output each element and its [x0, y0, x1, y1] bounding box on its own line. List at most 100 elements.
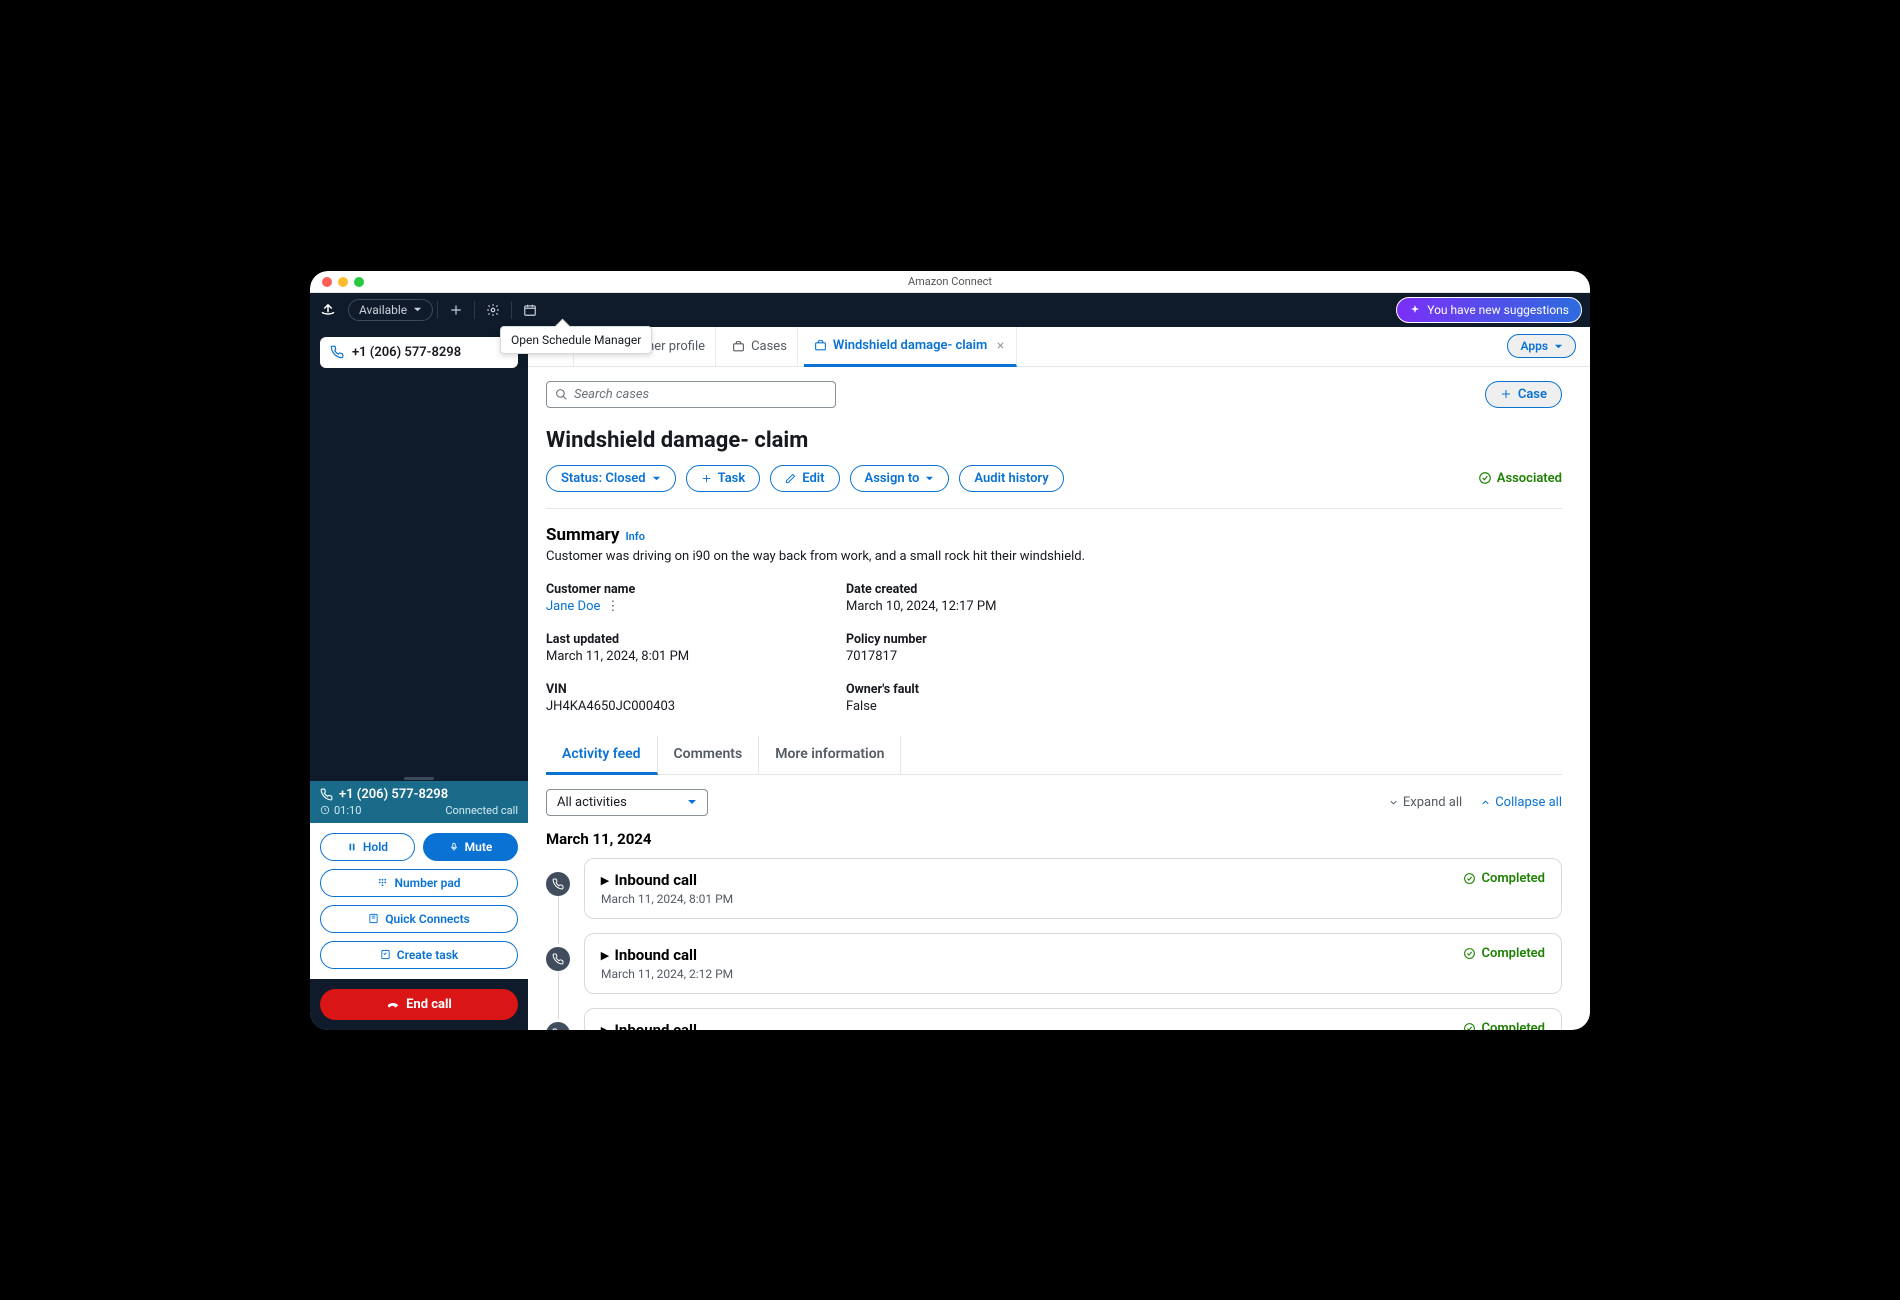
caret-down-icon — [925, 474, 934, 483]
disclosure-icon[interactable]: ▸ — [601, 946, 609, 964]
info-link[interactable]: Info — [625, 530, 644, 543]
phone-icon — [320, 788, 333, 801]
app-topbar: Available You have new suggestions — [310, 293, 1590, 327]
subtab-activity-feed[interactable]: Activity feed — [546, 736, 658, 775]
chevron-up-icon — [1480, 797, 1491, 808]
check-circle-icon — [1463, 872, 1476, 885]
assign-dropdown[interactable]: Assign to — [850, 465, 950, 492]
tab-active-case[interactable]: Windshield damage- claim — [804, 327, 1017, 367]
mute-label: Mute — [465, 840, 493, 854]
hold-button[interactable]: Hold — [320, 833, 415, 861]
close-tab-icon[interactable] — [995, 340, 1006, 351]
status-dropdown[interactable]: Status: Closed — [546, 465, 676, 492]
tab-active-label: Windshield damage- claim — [833, 338, 987, 353]
search-input[interactable]: Search cases — [546, 381, 836, 408]
divider — [474, 301, 475, 319]
timeline-card[interactable]: ▸Inbound call March 11, 2024, 8:01 PM Co… — [584, 858, 1562, 919]
check-circle-icon — [1463, 1022, 1476, 1030]
mute-button[interactable]: Mute — [423, 833, 518, 861]
create-task-label: Create task — [397, 948, 458, 962]
timeline-item: ▸Inbound call March 11, 2024, 2:12 PM Co… — [546, 933, 1562, 994]
quick-label: Quick Connects — [385, 912, 470, 926]
settings-button[interactable] — [479, 303, 507, 317]
quick-connects-button[interactable]: Quick Connects — [320, 905, 518, 933]
call-timer: 01:10 — [334, 804, 361, 817]
collapse-all-button[interactable]: Collapse all — [1480, 795, 1562, 810]
add-task-button[interactable]: Task — [686, 465, 761, 492]
timeline-card[interactable]: ▸Inbound call March 11, 2024, 2:12 PM Co… — [584, 933, 1562, 994]
more-menu-icon[interactable]: ⋮ — [606, 599, 620, 614]
edit-button[interactable]: Edit — [770, 465, 839, 492]
check-circle-icon — [1463, 947, 1476, 960]
status-completed: Completed — [1463, 946, 1545, 961]
vin-value: JH4KA4650JC000403 — [546, 699, 846, 714]
pause-icon — [347, 842, 357, 852]
briefcase-icon — [732, 340, 745, 353]
customer-name-value[interactable]: Jane Doe⋮ — [546, 599, 846, 614]
vin-label: VIN — [546, 682, 846, 697]
schedule-button[interactable] — [516, 303, 544, 317]
end-call-button[interactable]: End call — [320, 989, 518, 1020]
case-btn-label: Case — [1518, 387, 1547, 402]
caret-down-icon — [413, 305, 422, 314]
audit-history-button[interactable]: Audit history — [959, 465, 1063, 492]
status-label: Completed — [1481, 871, 1545, 886]
create-task-button[interactable]: Create task — [320, 941, 518, 969]
call-controls: Hold Mute Number pad Quick Connects Crea… — [310, 823, 528, 979]
feed-date-heading: March 11, 2024 — [546, 830, 1562, 848]
subtab-more-info[interactable]: More information — [759, 736, 901, 774]
tab-cases[interactable]: Cases — [722, 327, 798, 367]
suggestions-button[interactable]: You have new suggestions — [1396, 297, 1582, 323]
clock-icon — [320, 805, 330, 815]
plus-icon — [701, 473, 712, 484]
item-time: March 11, 2024, 8:01 PM — [601, 892, 733, 906]
disclosure-icon[interactable]: ▸ — [601, 1021, 609, 1030]
apps-dropdown[interactable]: Apps — [1507, 334, 1576, 358]
new-case-button[interactable]: Case — [1485, 381, 1562, 408]
date-created-value: March 10, 2024, 12:17 PM — [846, 599, 1146, 614]
main-panel: Customer profile Cases Windshield damage… — [528, 327, 1590, 1030]
audit-label: Audit history — [974, 471, 1048, 486]
search-icon — [555, 388, 568, 401]
check-circle-icon — [1478, 471, 1492, 485]
collapse-label: Collapse all — [1495, 795, 1562, 810]
policy-label: Policy number — [846, 632, 1146, 647]
tab-cases-label: Cases — [751, 339, 787, 354]
filter-selected: All activities — [557, 795, 627, 810]
plus-icon — [1500, 388, 1512, 400]
activity-filter-select[interactable]: All activities — [546, 789, 708, 816]
add-button[interactable] — [442, 303, 470, 317]
summary-text: Customer was driving on i90 on the way b… — [546, 549, 1562, 564]
maximize-window-icon[interactable] — [354, 277, 364, 287]
phone-badge-icon — [546, 1022, 570, 1030]
task-label: Task — [718, 471, 746, 486]
item-title: Inbound call — [615, 946, 697, 964]
associated-badge: Associated — [1478, 471, 1562, 486]
hold-label: Hold — [363, 840, 388, 854]
subtab-comments[interactable]: Comments — [658, 736, 760, 774]
numpad-label: Number pad — [394, 876, 460, 890]
pencil-icon — [785, 473, 796, 484]
expand-label: Expand all — [1403, 795, 1462, 810]
contact-chip[interactable]: +1 (206) 577-8298 — [320, 337, 518, 368]
bookmark-icon — [368, 913, 379, 924]
timeline-item: ▸Inbound call March 11, 2024, 2:11 PM Co… — [546, 1008, 1562, 1030]
sidebar: +1 (206) 577-8298 +1 (206) 577-8298 01:1… — [310, 327, 528, 1030]
disclosure-icon[interactable]: ▸ — [601, 871, 609, 889]
sparkle-icon — [1409, 304, 1421, 316]
close-window-icon[interactable] — [322, 277, 332, 287]
minimize-window-icon[interactable] — [338, 277, 348, 287]
numpad-button[interactable]: Number pad — [320, 869, 518, 897]
date-created-label: Date created — [846, 582, 1146, 597]
window-titlebar: Amazon Connect — [310, 271, 1590, 293]
app-logo-icon[interactable] — [318, 300, 338, 320]
expand-all-button[interactable]: Expand all — [1388, 795, 1462, 810]
timeline-card[interactable]: ▸Inbound call March 11, 2024, 2:11 PM Co… — [584, 1008, 1562, 1030]
agent-status-dropdown[interactable]: Available — [348, 299, 433, 321]
item-title: Inbound call — [615, 1021, 697, 1030]
drag-handle[interactable] — [404, 777, 434, 780]
status-label: Completed — [1481, 1021, 1545, 1030]
traffic-lights — [322, 277, 364, 287]
status-label: Status: Closed — [561, 471, 646, 486]
tab-bar: Customer profile Cases Windshield damage… — [528, 327, 1590, 367]
